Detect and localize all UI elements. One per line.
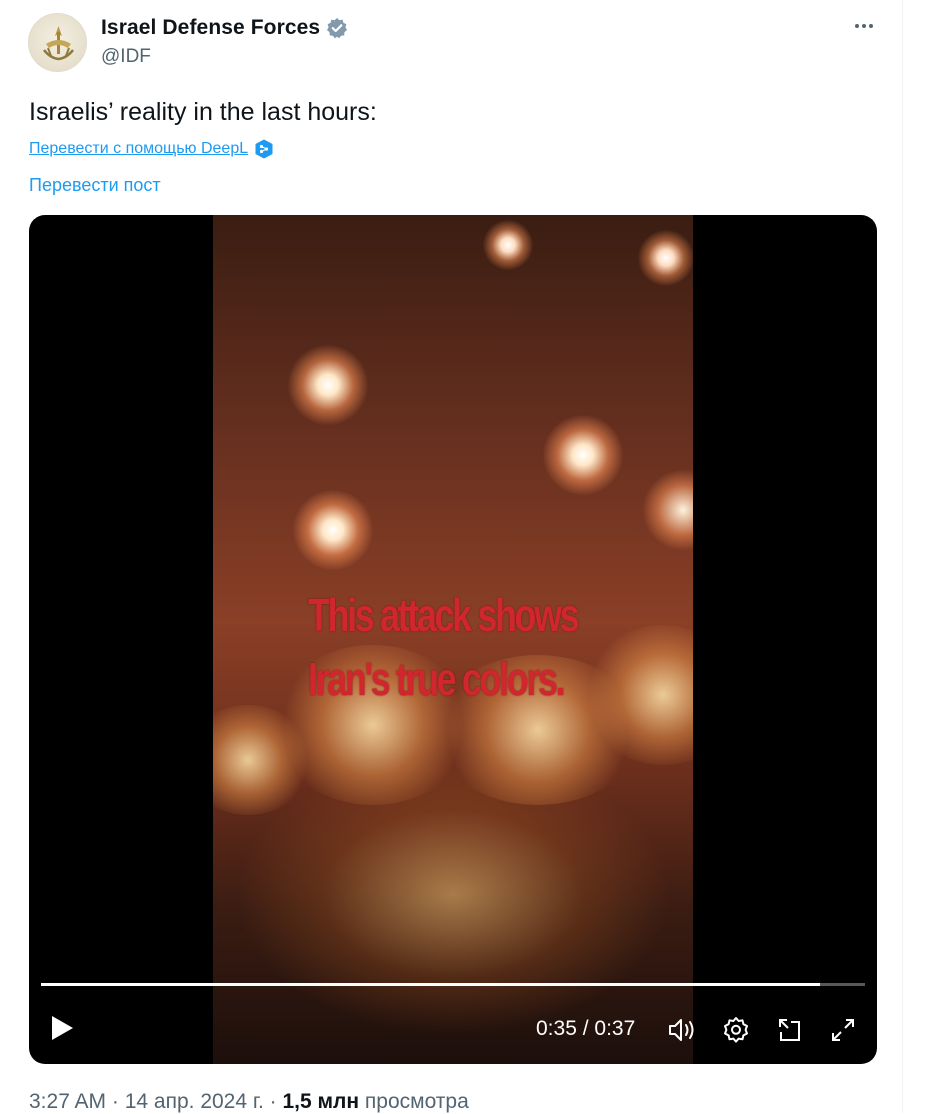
explosion-glow [293,490,373,570]
post-date[interactable]: 14 апр. 2024 г. [125,1090,264,1113]
video-caption: This attack shows Iran's true colors. [308,583,580,711]
deepl-translate-row[interactable]: Перевести с помощью DeepL [29,139,274,159]
verified-badge-icon[interactable] [326,17,348,39]
video-progress-fill [41,983,820,986]
explosion-glow [543,415,623,495]
explosion-glow [643,470,693,550]
explosion-glow [638,230,693,286]
video-caption-line: Iran's true colors. [308,653,566,705]
video-progress-bar[interactable] [41,983,865,986]
avatar[interactable] [28,13,87,72]
author-display-name[interactable]: Israel Defense Forces [101,16,320,40]
post-metadata: 3:27 AM · 14 апр. 2024 г. · 1,5 млн прос… [29,1090,469,1114]
author-handle[interactable]: @IDF [101,46,151,68]
total-time: 0:37 [594,1017,636,1040]
post-time[interactable]: 3:27 AM [29,1090,106,1113]
deepl-logo-icon [254,139,274,159]
meta-separator: · [106,1090,125,1113]
time-separator: / [576,1017,595,1040]
current-time: 0:35 [536,1017,577,1040]
idf-emblem-icon [43,26,74,61]
deepl-translate-link[interactable]: Перевести с помощью DeepL [29,140,248,158]
meta-separator: · [263,1090,283,1113]
translate-post-link[interactable]: Перевести пост [29,175,161,196]
video-caption-line: This attack shows [308,589,580,641]
explosion-glow [483,220,533,270]
column-border [902,0,903,1113]
settings-gear-icon[interactable] [722,1016,750,1049]
video-frame: This attack shows Iran's true colors. [213,215,693,1064]
video-time: 0:35 / 0:37 [536,1017,635,1041]
more-options-icon[interactable] [849,14,879,38]
video-controls: 0:35 / 0:37 [29,1010,877,1050]
author-name-row[interactable]: Israel Defense Forces [101,15,348,41]
play-icon[interactable] [49,1014,75,1047]
volume-icon[interactable] [667,1016,697,1049]
video-player[interactable]: This attack shows Iran's true colors. 0:… [29,215,877,1064]
post-text: Israelis’ reality in the last hours: [29,98,377,126]
explosion-glow [288,345,368,425]
views-count: 1,5 млн [282,1090,360,1113]
fullscreen-icon[interactable] [829,1016,857,1049]
views-label: просмотра [359,1090,469,1113]
picture-in-picture-icon[interactable] [776,1016,804,1049]
